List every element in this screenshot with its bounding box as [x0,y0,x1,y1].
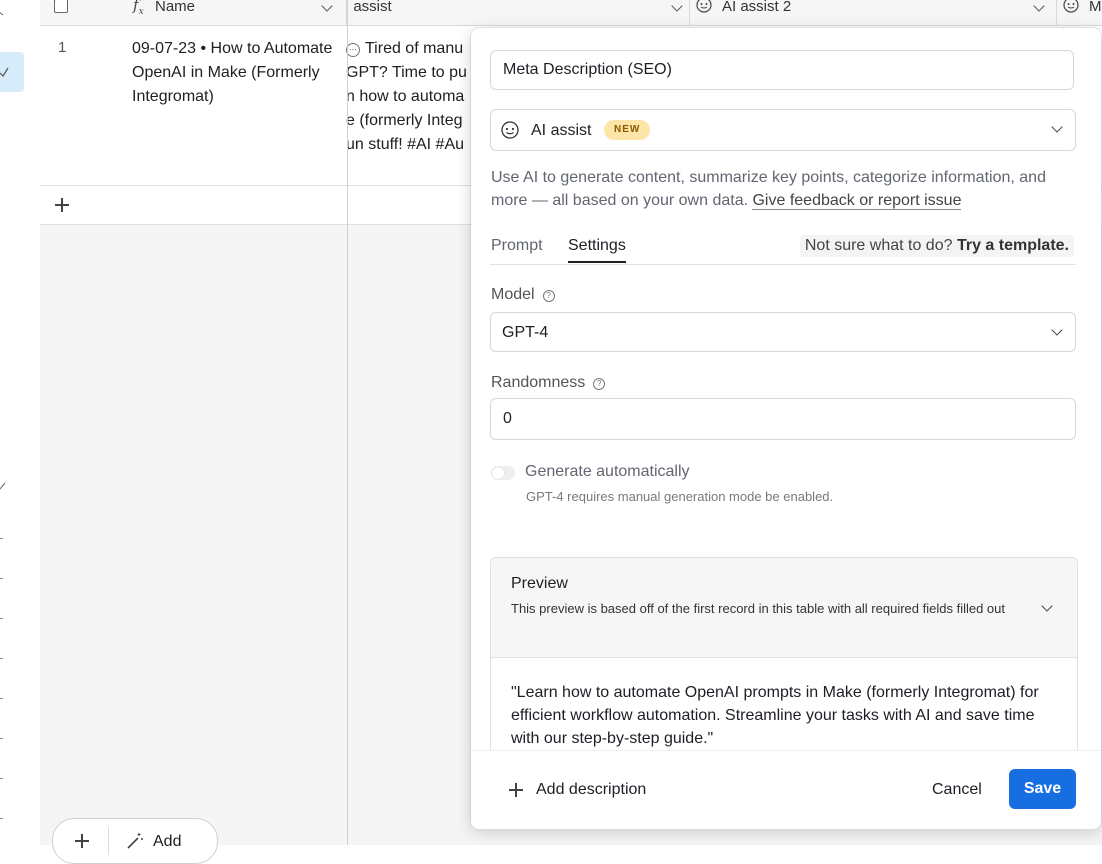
chevron-down-icon[interactable] [1051,121,1063,133]
model-select[interactable]: GPT-4 [490,312,1076,352]
generate-automatically-toggle[interactable] [491,466,515,480]
ai-icon: ··· [346,43,360,57]
left-sidebar-strip [0,0,41,845]
ai-cell-line: ··· Tired of manu [346,37,471,61]
field-type-label: AI assist [531,122,592,139]
column-header-ai-assist[interactable]: I assist [347,0,690,25]
name-cell[interactable]: 09-07-23 • How to Automate OpenAI in Mak… [132,37,342,109]
generate-automatically-label: Generate automatically [525,463,690,480]
plus-icon[interactable] [55,198,69,212]
panel-footer: Add description Cancel Save [471,750,1101,829]
ai-assist-icon [1063,0,1079,13]
field-description: Use AI to generate content, summarize ke… [491,166,1077,212]
check-icon-2 [0,482,6,490]
randomness-label: Randomness [491,374,586,391]
field-name-input[interactable] [490,50,1074,90]
preview-body: "Learn how to automate OpenAI prompts in… [511,684,1039,747]
formula-icon: fx [133,0,144,17]
chevron-down-icon[interactable] [321,0,333,12]
ai-cell-line: n how to automa [346,88,465,105]
cancel-button[interactable]: Cancel [932,781,982,799]
help-icon[interactable]: ? [542,290,555,302]
model-value: GPT-4 [502,324,549,341]
feedback-link[interactable]: Give feedback or report issue [752,192,962,210]
chevron-down-icon[interactable] [1051,324,1063,336]
model-label-row: Model? [491,286,555,304]
ai-cell-line: e (formerly Integ [346,112,463,129]
nav-marker [0,818,3,819]
frozen-column-divider [347,0,348,845]
column-label: I assist [347,0,392,15]
magic-wand-icon [127,833,143,849]
column-header-ai-assist-2[interactable]: AI assist 2 [690,0,1057,25]
grid-header: fx Name I assist AI assist 2 M [40,0,1102,26]
generate-help-text: GPT-4 requires manual generation mode be… [526,489,834,504]
row-number: 1 [58,39,67,56]
tab-prompt[interactable]: Prompt [491,237,543,255]
column-header-next[interactable]: M [1057,0,1102,25]
hint-text: Not sure what to do? [804,237,953,254]
column-label: Name [155,0,196,15]
bottom-add-bar: Add [52,818,218,864]
randomness-label-row: Randomness? [491,374,606,392]
try-template-link[interactable]: Try a template. [957,237,1069,254]
select-all-checkbox[interactable] [54,0,68,13]
chevron-down-icon[interactable] [1041,600,1053,612]
nav-marker [0,738,3,739]
help-icon[interactable]: ? [593,378,606,390]
nav-marker [0,618,3,619]
nav-marker [0,778,3,779]
new-badge: NEW [604,120,651,140]
check-icon [0,67,9,77]
field-type-select[interactable]: AI assist NEW [490,109,1076,151]
ai-assist-icon [696,0,712,13]
preview-title: Preview [511,575,568,592]
preview-header[interactable]: Preview This preview is based off of the… [491,558,1077,658]
ai-cell-line: GPT? Time to pu [346,64,467,81]
randomness-input[interactable] [490,398,1076,440]
plus-icon[interactable] [509,783,523,797]
preview-subtitle: This preview is based off of the first r… [511,601,1005,616]
plus-icon[interactable] [75,834,89,848]
chevron-down-icon[interactable] [1033,0,1045,12]
column-label: AI assist 2 [722,0,792,15]
save-button[interactable]: Save [1009,769,1076,809]
config-tabs: Prompt Settings Not sure what to do? Try… [490,234,1076,265]
template-hint[interactable]: Not sure what to do? Try a template. [799,235,1074,257]
ai-assist-icon [501,121,519,139]
add-button-label[interactable]: Add [153,833,181,851]
column-header-name[interactable]: fx Name [40,0,347,25]
ai-assist-cell[interactable]: ··· Tired of manu GPT? Time to pu n how t… [346,37,471,157]
nav-marker [0,698,3,699]
divider [108,827,109,855]
tab-settings[interactable]: Settings [568,237,626,263]
column-label: M [1089,0,1102,15]
chevron-down-icon[interactable] [671,0,683,12]
field-config-panel: AI assist NEW Use AI to generate content… [471,28,1101,829]
nav-marker [0,538,3,539]
ai-cell-line: un stuff! #AI #Au [346,136,465,153]
model-label: Model [491,286,535,303]
chevron-icon [0,12,4,16]
selected-nav-item[interactable] [0,52,24,92]
nav-marker [0,658,3,659]
nav-marker [0,578,3,579]
add-description-button[interactable]: Add description [536,781,646,799]
